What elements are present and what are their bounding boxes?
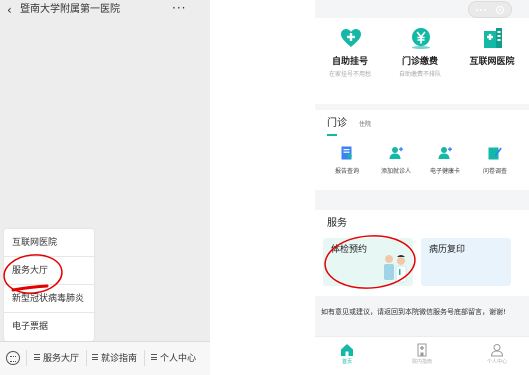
menu-item-label: 电子票据 [12,322,49,332]
doctor-patient-illustration [384,255,407,283]
service-section: 服务 体检预约 病历复印 [315,210,529,296]
tile-subtitle: 自助缴费不排队 [398,71,441,78]
tile-label: 互联网医院 [469,57,515,67]
tile-outpatient-payment[interactable]: 门诊缴费 自助缴费不排队 [387,18,453,104]
nav-label: 个人中心 [486,359,507,365]
add-person-icon [389,147,403,159]
tile-label: 自助挂号 [331,57,368,67]
menu-item-label: 互联网医院 [12,238,58,248]
person-icon [490,344,504,357]
divider [144,350,145,366]
fn-label: 报告查询 [334,168,359,175]
more-icon[interactable]: ··· [172,2,186,14]
keyboard-icon[interactable] [6,351,20,365]
divider [26,350,27,366]
fn-label: 问卷调查 [482,168,507,175]
tab-outpatient[interactable]: 门诊 [327,118,347,130]
report-icon [341,146,352,160]
nav-personal-center[interactable]: 个人中心 [467,341,527,371]
active-tab-indicator [327,134,337,136]
menu-item-label: 服务大厅 [12,266,49,276]
official-account-menu-bar: 服务大厅 就诊指南 个人中心 [0,341,210,375]
fn-label: 添加就诊人 [380,168,411,175]
mini-program-capsule[interactable] [468,1,512,18]
fn-health-card[interactable]: 电子健康卡 [421,146,469,182]
tab-label: 个人中心 [160,354,197,364]
card-label: 病历复印 [429,245,466,255]
tab-service-hall[interactable]: 服务大厅 [34,353,79,365]
heart-plus-icon [341,29,361,47]
menu-item-internet-hospital[interactable]: 互联网医院 [4,229,94,257]
mini-program-home: 自助挂号 在家挂号不用愁 门诊缴费 自助缴费不排队 互联网医院 门诊 住院 报告… [315,0,529,375]
divider [86,350,87,366]
chat-header: ‹ 暨南大学附属第一医院 ··· [0,0,210,22]
menu-item-covid[interactable]: 新型冠状病毒肺炎 [4,285,94,313]
wechat-chat-screen: ‹ 暨南大学附属第一医院 ··· 互联网医院 服务大厅 新型冠状病毒肺炎 电子票… [0,0,210,375]
tab-label: 就诊指南 [101,354,138,364]
nav-guide[interactable]: 院内指南 [392,341,452,371]
fn-add-patient[interactable]: 添加就诊人 [372,146,420,182]
chat-title: 暨南大学附属第一医院 [20,4,120,15]
menu-item-service-hall[interactable]: 服务大厅 [4,257,94,285]
section-title: 服务 [327,218,347,229]
card-physical-exam[interactable]: 体检预约 [323,238,413,286]
hospital-guide-icon [417,343,427,357]
tile-self-registration[interactable]: 自助挂号 在家挂号不用愁 [317,18,383,104]
notice-text: 如有意见或建议，请返回到本院微信服务号底部留言，谢谢! [321,308,506,316]
more-dots-icon[interactable] [476,9,488,11]
nav-label: 首页 [341,359,352,365]
chevron-left-icon[interactable]: ‹ [7,3,19,17]
fn-report-query[interactable]: 报告查询 [323,146,371,182]
nav-label: 院内指南 [411,359,432,365]
tile-internet-hospital[interactable]: 互联网医院 [459,18,525,104]
yen-coin-icon [412,28,430,49]
menu-icon [92,354,98,360]
hospital-building-icon [484,28,502,48]
home-icon [341,344,353,356]
tile-subtitle: 在家挂号不用愁 [328,71,371,78]
tile-label: 门诊缴费 [401,57,438,67]
menu-item-e-invoice[interactable]: 电子票据 [4,313,94,341]
menu-icon [151,354,157,360]
service-popup-menu: 互联网医院 服务大厅 新型冠状病毒肺炎 电子票据 [4,229,94,341]
notice: 如有意见或建议，请返回到本院微信服务号底部留言，谢谢! [315,302,529,336]
quick-actions: 自助挂号 在家挂号不用愁 门诊缴费 自助缴费不排队 互联网医院 [315,18,529,104]
health-card-icon [438,147,452,159]
menu-icon [34,354,40,360]
outpatient-section: 门诊 住院 报告查询 添加就诊人 电子健康卡 问卷调查 [315,110,529,190]
nav-home[interactable]: 首页 [317,341,377,371]
menu-item-label: 新型冠状病毒肺炎 [12,294,85,304]
card-medical-record-copy[interactable]: 病历复印 [421,238,511,286]
survey-edit-icon [488,147,502,160]
tab-guide[interactable]: 就诊指南 [92,353,137,365]
close-circle-icon[interactable] [496,6,504,14]
fn-survey[interactable]: 问卷调查 [471,146,519,182]
tab-personal-center[interactable]: 个人中心 [151,353,196,365]
card-label: 体检预约 [331,245,368,255]
fn-label: 电子健康卡 [429,168,460,175]
bottom-nav: 首页 院内指南 个人中心 [315,336,529,375]
tab-inpatient[interactable]: 住院 [359,121,371,129]
tab-label: 服务大厅 [43,354,80,364]
